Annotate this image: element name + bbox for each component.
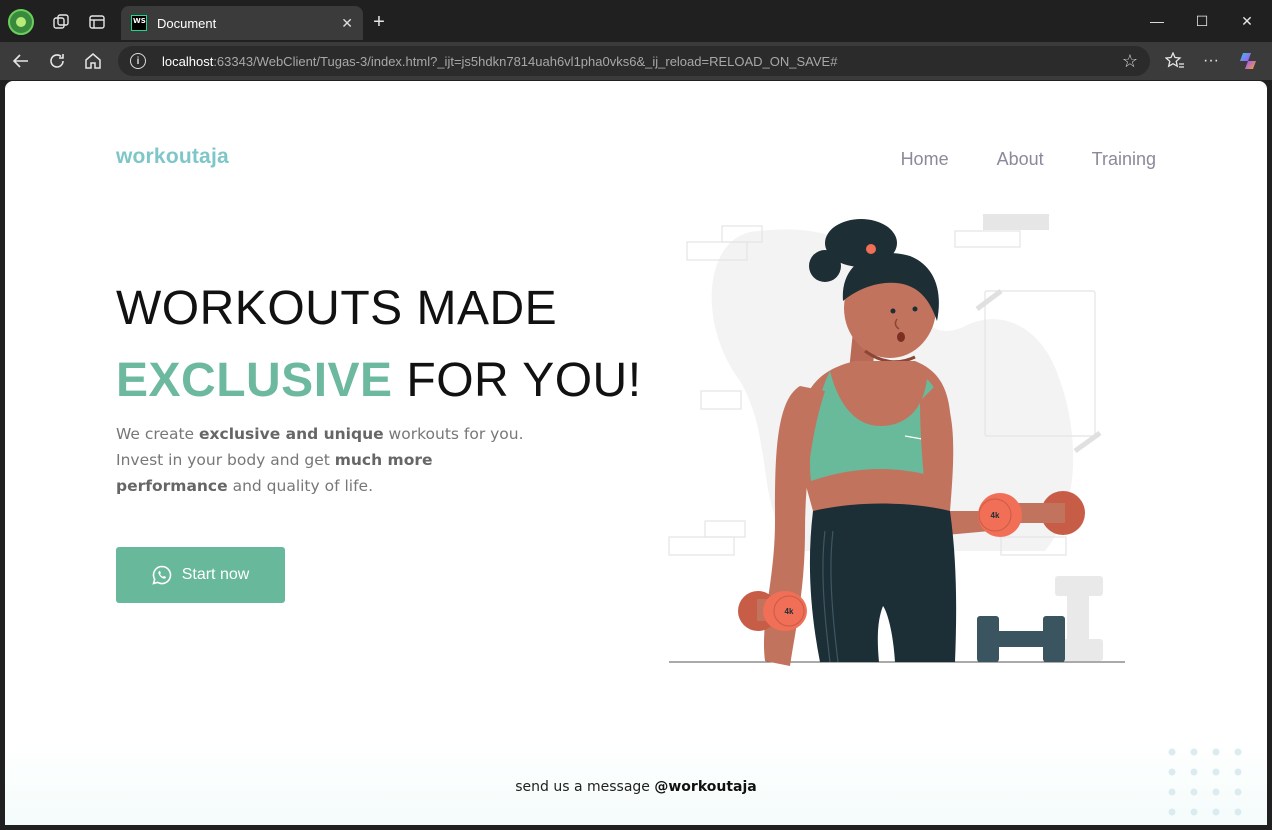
copilot-icon[interactable]	[1234, 49, 1262, 73]
nav-training[interactable]: Training	[1092, 149, 1156, 170]
url-text[interactable]: localhost:63343/WebClient/Tugas-3/index.…	[162, 54, 1122, 69]
nav-home[interactable]: Home	[901, 149, 949, 170]
url-path: :63343/WebClient/Tugas-3/index.html?_ijt…	[213, 53, 838, 69]
new-tab-icon[interactable]: +	[368, 11, 390, 33]
star-icon[interactable]: ☆	[1122, 51, 1138, 72]
desc-bold-1: exclusive and unique	[199, 425, 384, 443]
dumbbell-right-label: 4k	[991, 511, 1000, 520]
url-host: localhost	[162, 53, 214, 69]
footer-text: send us a message	[515, 779, 655, 795]
start-now-button[interactable]: Start now	[116, 547, 285, 603]
nav-about[interactable]: About	[997, 149, 1044, 170]
footer-handle[interactable]: @workoutaja	[654, 779, 756, 795]
minimize-icon[interactable]: —	[1140, 8, 1174, 34]
page-viewport: workoutaja Home About Training WORKOUTS …	[5, 81, 1267, 825]
refresh-icon[interactable]	[43, 49, 71, 73]
tab-close-icon[interactable]: ✕	[341, 15, 353, 32]
workout-illustration: 4k 4k	[668, 214, 1125, 666]
webstorm-favicon-icon: WS	[131, 15, 147, 31]
tab-actions-icon[interactable]	[86, 11, 108, 33]
favorites-icon[interactable]	[1161, 49, 1189, 73]
hero-description: We create exclusive and unique workouts …	[116, 421, 546, 499]
close-window-icon[interactable]: ✕	[1230, 8, 1264, 34]
hero-accent-word: EXCLUSIVE	[116, 354, 393, 407]
hero-line-2-rest: FOR YOU!	[392, 354, 642, 407]
dumbbell-left-label: 4k	[785, 607, 794, 616]
tab-title: Document	[157, 15, 217, 31]
address-bar[interactable]: i localhost:63343/WebClient/Tugas-3/inde…	[118, 46, 1150, 76]
browser-toolbar: i localhost:63343/WebClient/Tugas-3/inde…	[0, 42, 1272, 80]
decorative-dots	[1168, 748, 1242, 816]
desc-text-3: and quality of life.	[227, 477, 374, 495]
site-logo[interactable]: workoutaja	[116, 145, 229, 169]
back-icon[interactable]	[7, 49, 35, 73]
hero-line-1: WORKOUTS MADE	[116, 282, 558, 335]
hero-title: WORKOUTS MADE EXCLUSIVE FOR YOU!	[116, 273, 642, 417]
home-icon[interactable]	[79, 49, 107, 73]
active-tab[interactable]: WS Document ✕	[121, 6, 363, 40]
maximize-icon[interactable]: ☐	[1185, 8, 1219, 34]
browser-tab-bar: WS Document ✕ + — ☐ ✕	[0, 0, 1272, 42]
dumbbell-left-icon: 4k	[738, 591, 807, 631]
main-nav: Home About Training	[901, 149, 1156, 170]
info-icon[interactable]: i	[130, 53, 146, 69]
profile-avatar-icon[interactable]	[8, 9, 34, 35]
page-footer: send us a message @workoutaja	[5, 743, 1267, 825]
workspaces-icon[interactable]	[50, 11, 72, 33]
footer-message: send us a message @workoutaja	[5, 779, 1267, 795]
desc-text-1: We create	[116, 425, 200, 443]
more-icon[interactable]: ···	[1197, 49, 1225, 73]
start-now-label: Start now	[181, 566, 250, 583]
hero-line-2: EXCLUSIVE FOR YOU!	[116, 345, 642, 417]
whatsapp-icon	[152, 565, 171, 585]
